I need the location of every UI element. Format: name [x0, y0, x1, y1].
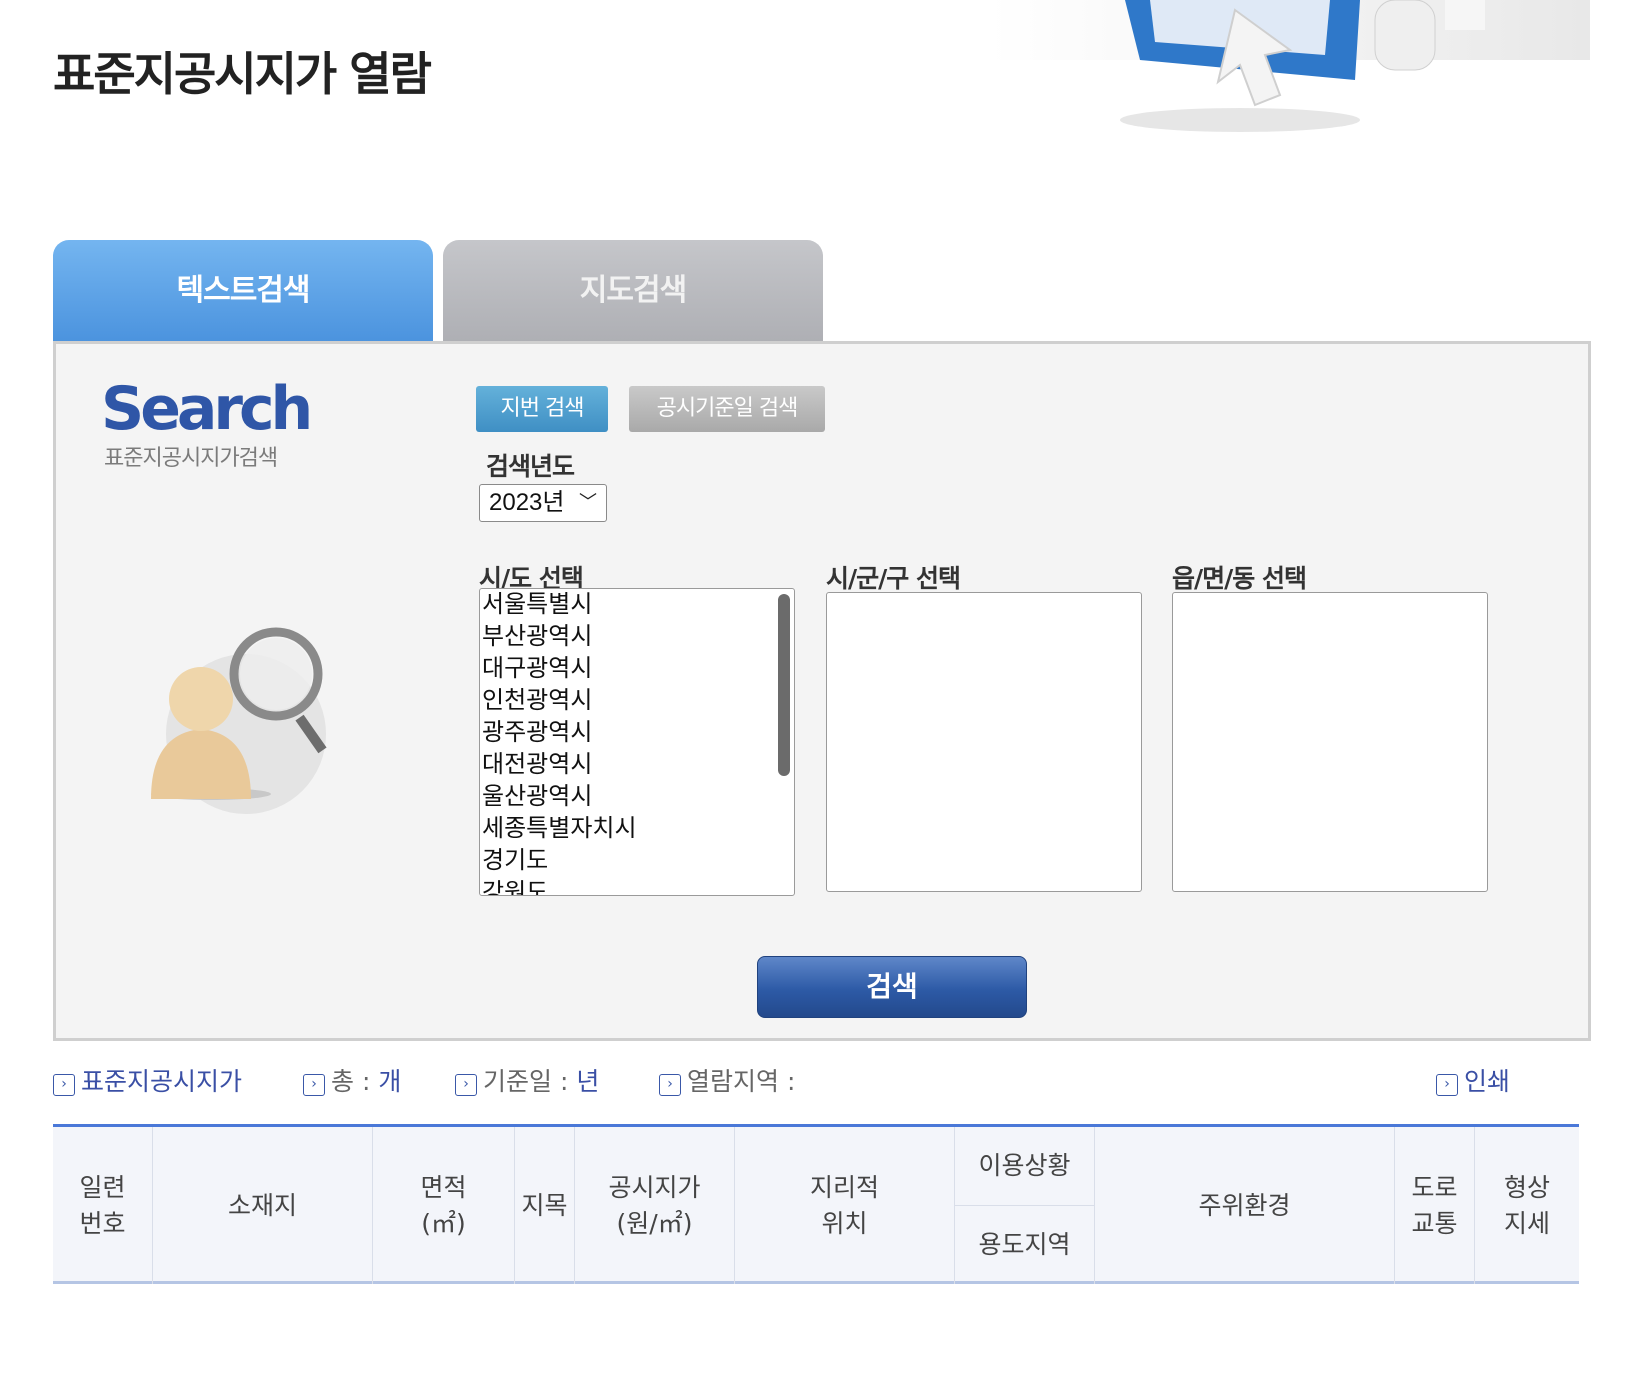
search-year-value: 2023년 [489, 489, 565, 516]
col-shape: 형상 지세 [1503, 1172, 1550, 1238]
page-title: 표준지공시지가 열람 [53, 47, 432, 101]
col-surroundings: 주위환경 [1095, 1127, 1395, 1284]
search-logo: Search [101, 374, 313, 444]
arrow-box-icon: › [53, 1074, 75, 1096]
search-year-select[interactable]: 2023년 ﹀ [479, 484, 607, 522]
col-road: 도로 교통 [1395, 1127, 1475, 1284]
info-total: › 총 : 개 [303, 1062, 401, 1098]
arrow-box-icon: › [303, 1074, 325, 1096]
result-info-bar: › 표준지공시지가 › 총 : 개 › 기준일 : 년 › 열람지역 : › 인쇄 [0, 1062, 1644, 1102]
list-item[interactable]: 경기도 [480, 845, 794, 877]
list-item[interactable]: 광주광역시 [480, 717, 794, 749]
col-geo-position: 지리적 위치 [735, 1127, 955, 1284]
list-item[interactable]: 부산광역시 [480, 621, 794, 653]
list-item[interactable]: 강원도 [480, 877, 794, 895]
col-serial: 일련 번호 [53, 1127, 153, 1284]
col-land-category: 지목 [515, 1127, 575, 1284]
arrow-box-icon: › [455, 1074, 477, 1096]
search-panel: Search 표준지공시지가검색 지번 검색 공시기준일 검색 검색년도 202… [53, 341, 1591, 1041]
list-item[interactable]: 인천광역시 [480, 685, 794, 717]
info-region: › 열람지역 : [659, 1062, 795, 1098]
banner-illustration [990, 0, 1590, 132]
col-area: 면적 (㎡) [373, 1127, 515, 1284]
sigungu-listbox[interactable] [826, 592, 1142, 892]
col-location: 소재지 [153, 1127, 373, 1284]
list-item[interactable]: 울산광역시 [480, 781, 794, 813]
col-price: 공시지가 (원/㎡) [575, 1127, 735, 1284]
list-item[interactable]: 대구광역시 [480, 653, 794, 685]
list-item[interactable]: 세종특별자치시 [480, 813, 794, 845]
sigungu-label: 시/군/구 선택 [826, 564, 961, 593]
chevron-down-icon: ﹀ [579, 492, 597, 512]
person-magnifier-illustration [151, 627, 327, 814]
info-title: › 표준지공시지가 [53, 1062, 242, 1098]
tab-text-search[interactable]: 텍스트검색 [53, 240, 433, 342]
sido-listbox[interactable]: 서울특별시 부산광역시 대구광역시 인천광역시 광주광역시 대전광역시 울산광역… [479, 588, 795, 896]
base-date-search-tab[interactable]: 공시기준일 검색 [629, 386, 825, 432]
jibun-search-tab[interactable]: 지번 검색 [476, 386, 608, 432]
search-logo-subtitle: 표준지공시지가검색 [104, 446, 278, 471]
result-table-header: 일련 번호 소재지 면적 (㎡) 지목 공시지가 (원/㎡) 지리적 위치 이용상황 용… [53, 1124, 1579, 1284]
eupmyeondong-label: 읍/면/동 선택 [1172, 564, 1307, 593]
search-year-label: 검색년도 [486, 452, 575, 481]
print-button[interactable]: › 인쇄 [1436, 1062, 1510, 1098]
tab-map-search[interactable]: 지도검색 [443, 240, 823, 342]
col-zoning: 용도지역 [955, 1205, 1095, 1284]
list-item[interactable]: 대전광역시 [480, 749, 794, 781]
info-base-date: › 기준일 : 년 [455, 1062, 599, 1098]
eupmyeondong-listbox[interactable] [1172, 592, 1488, 892]
col-usage-status: 이용상황 [955, 1127, 1095, 1205]
list-item[interactable]: 서울특별시 [480, 589, 794, 621]
sido-scrollbar[interactable] [778, 594, 790, 776]
arrow-box-icon: › [659, 1074, 681, 1096]
search-button[interactable]: 검색 [757, 956, 1027, 1018]
arrow-box-icon: › [1436, 1074, 1458, 1096]
